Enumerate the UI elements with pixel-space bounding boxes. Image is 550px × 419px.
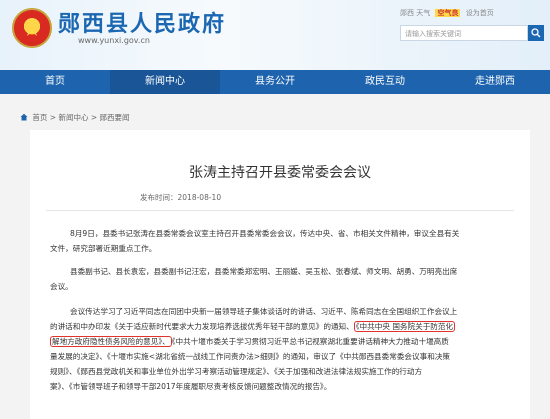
text-segment: 《中共十堰市委关于学习贯彻习近平总书记视察湖北重要讲话精神大力推动十堰高质	[171, 337, 449, 346]
text-line: 规则》、《郧西县党政机关和事业单位外出学习考察活动管理规定》、《关于加强和改进法…	[50, 367, 423, 376]
text-line: 8月9日，县委书记张涛在县委常委会议室主持召开县委常委会会议，传达中央、省、市相…	[70, 229, 460, 238]
article-panel: 张涛主持召开县委常委会会议 发布时间：2018-08-10 8月9日，县委书记张…	[30, 130, 530, 419]
search-icon	[531, 28, 541, 38]
text-line: 会议。	[50, 282, 73, 291]
text-line: 案》、《市管领导班子和领导干部2017年度履职尽责考核反馈问题整改情况的报告》。	[50, 382, 332, 391]
breadcrumb-separator: >	[90, 113, 98, 122]
nav-item-home[interactable]: 首页	[0, 70, 110, 94]
text-line: 会议传达学习了习近平同志在同团中央新一届领导班子集体谈话时的讲话、习近平、陈希同…	[70, 307, 458, 316]
text-line: 解地方政府隐性债务风险的意见》、 《中共十堰市委关于学习贯彻习近平总书记视察湖北重…	[50, 334, 510, 349]
breadcrumb-separator: >	[49, 113, 57, 122]
set-homepage-link[interactable]: 设为首页	[466, 9, 494, 17]
breadcrumb: 首页 > 新闻中心 > 郧西要闻	[20, 112, 130, 123]
article-paragraph-3: 会议传达学习了习近平同志在同团中央新一届领导班子集体谈话时的讲话、习近平、陈希同…	[50, 304, 510, 394]
publish-date: 2018-08-10	[177, 193, 222, 202]
nav-item-interaction[interactable]: 政民互动	[330, 70, 440, 94]
national-emblem-icon	[12, 8, 52, 48]
home-icon	[20, 113, 28, 121]
nav-item-about-yunxi[interactable]: 走进郧西	[440, 70, 550, 94]
text-line: 的讲话和中办印发《关于适应新时代要求大力发现培养选拔优秀年轻干部的意见》的通知、…	[50, 319, 510, 334]
highlighted-document-title: 解地方政府隐性债务风险的意见》、	[50, 336, 172, 347]
publish-label: 发布时间：	[140, 193, 178, 202]
search-input[interactable]: 请输入搜索关键词	[400, 25, 528, 41]
air-quality-badge: 空气良	[435, 9, 461, 17]
top-links: 郧西 天气 空气良 设为首页	[400, 8, 497, 18]
site-url: www.yunxi.gov.cn	[78, 36, 150, 45]
weather-link[interactable]: 郧西 天气	[400, 9, 430, 17]
text-line: 文件，研究部署近期重点工作。	[50, 244, 157, 253]
divider	[46, 210, 514, 211]
article-meta: 发布时间：2018-08-10	[140, 192, 221, 203]
article-paragraph-2: 县委副书记、县长袁宏，县委副书记汪宏，县委常委郑宏明、王丽媛、吴玉松、张春斌、师…	[50, 264, 510, 294]
article-title: 张涛主持召开县委常委会会议	[189, 165, 371, 181]
site-title[interactable]: 郧西县人民政府	[58, 6, 226, 38]
article-paragraph-1: 8月9日，县委书记张涛在县委常委会议室主持召开县委常委会会议，传达中央、省、市相…	[50, 226, 510, 256]
site-header: 郧西县人民政府 www.yunxi.gov.cn 郧西 天气 空气良 设为首页 …	[0, 0, 550, 70]
text-segment: 的讲话和中办印发《关于适应新时代要求大力发现培养选拔优秀年轻干部的意见》的通知、	[50, 322, 354, 331]
breadcrumb-yunxi-news[interactable]: 郧西要闻	[100, 113, 130, 122]
text-line: 量发展的决定》、《十堰市实施<湖北省统一战线工作问责办法>细则》的通知，审议了《…	[50, 352, 450, 361]
breadcrumb-news[interactable]: 新闻中心	[58, 113, 88, 122]
text-line: 县委副书记、县长袁宏，县委副书记汪宏，县委常委郑宏明、王丽媛、吴玉松、张春斌、师…	[70, 267, 458, 276]
breadcrumb-home[interactable]: 首页	[32, 113, 47, 122]
nav-item-news[interactable]: 新闻中心	[110, 70, 220, 94]
main-nav: 首页 新闻中心 县务公开 政民互动 走进郧西	[0, 70, 550, 94]
nav-item-public-affairs[interactable]: 县务公开	[220, 70, 330, 94]
highlighted-document-title: 《中共中央 国务院关于防范化	[353, 321, 456, 332]
search-button[interactable]	[528, 25, 544, 41]
